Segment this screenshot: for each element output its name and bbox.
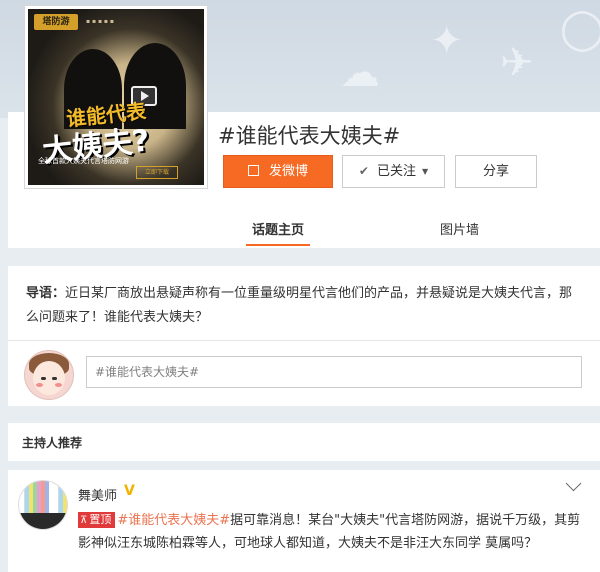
caret-down-icon[interactable]: ▼ [422,156,428,187]
cover-menu-strip: ▪ ▪ ▪ ▪ ▪ [86,18,114,25]
post-weibo-button[interactable]: 发微博 [223,155,333,188]
compose-input[interactable]: #谁能代表大姨夫# [86,356,582,388]
share-label: 分享 [482,164,509,179]
edit-icon [247,165,259,176]
post-text: ⊼ 置顶 #谁能代表大姨夫#据可靠消息！某台"大姨夫"代言塔防网游，据说千万级，其剪… [78,509,588,555]
avatar-eye-right [52,377,57,380]
avatar-cheek-left [36,383,43,387]
topic-title: #谁能代表大姨夫# [218,124,401,148]
banner-star-decoration: ✦ [430,18,464,64]
banner-plane-decoration: ✈ [500,40,534,86]
feed-post: 舞美师 V ⊼ 置顶 #谁能代表大姨夫#据可靠消息！某台"大姨夫"代言塔防网游，据说… [8,470,600,572]
tab-photo-wall[interactable]: 图片墙 [440,219,479,238]
cover-download-button: 立即下载 [136,166,178,179]
tab-topic-home[interactable]: 话题主页 [245,219,311,246]
guide-label: 导语： [26,286,66,301]
follow-button[interactable]: ✔ 已关注 ▼ [342,155,445,188]
banner-circle-decoration: ◯ [560,6,600,52]
avatar-eye-left [41,377,46,380]
check-icon: ✔ [358,164,369,178]
avatar-cheek-right [55,383,62,387]
cover-logo: 塔防游 [34,14,78,30]
guide-body: 近日某厂商放出悬疑声称有一位重量级明星代言他们的产品，并悬疑说是大姨夫代言，那么… [26,286,573,325]
post-weibo-label: 发微博 [268,164,308,179]
author-avatar[interactable] [18,480,68,530]
guide-text: 导语：近日某厂商放出悬疑声称有一位重量级明星代言他们的产品，并悬疑说是大姨夫代言… [26,282,582,330]
pin-icon: ⊼ [80,515,88,526]
topic-cover-image[interactable]: 塔防游 ▪ ▪ ▪ ▪ ▪ 谁能代表 大姨夫? 全球首款大姨夫代言塔防网游 立即… [25,6,207,188]
share-button[interactable]: 分享 [455,155,537,188]
pinned-label: 置顶 [89,513,112,526]
cover-subtitle: 全球首款大姨夫代言塔防网游 [38,157,129,165]
topic-tag-link[interactable]: #谁能代表大姨夫# [117,513,230,528]
guide-card: 导语：近日某厂商放出悬疑声称有一位重量级明星代言他们的产品，并悬疑说是大姨夫代言… [8,266,600,406]
divider [8,340,600,341]
follow-label: 已关注 [376,164,416,179]
banner-cloud-decoration: ☁ [340,50,380,96]
avatar-face [33,361,65,395]
pinned-badge: ⊼ 置顶 [78,512,116,528]
verified-v-icon[interactable]: V [124,484,139,499]
chevron-down-icon[interactable] [565,475,582,492]
cover-artwork: 塔防游 ▪ ▪ ▪ ▪ ▪ 谁能代表 大姨夫? 全球首款大姨夫代言塔防网游 立即… [28,9,204,185]
avatar[interactable] [24,350,74,400]
author-name[interactable]: 舞美师 [78,485,117,504]
section-title: 主持人推荐 [22,436,83,450]
host-recommend-header: 主持人推荐 [8,423,600,461]
